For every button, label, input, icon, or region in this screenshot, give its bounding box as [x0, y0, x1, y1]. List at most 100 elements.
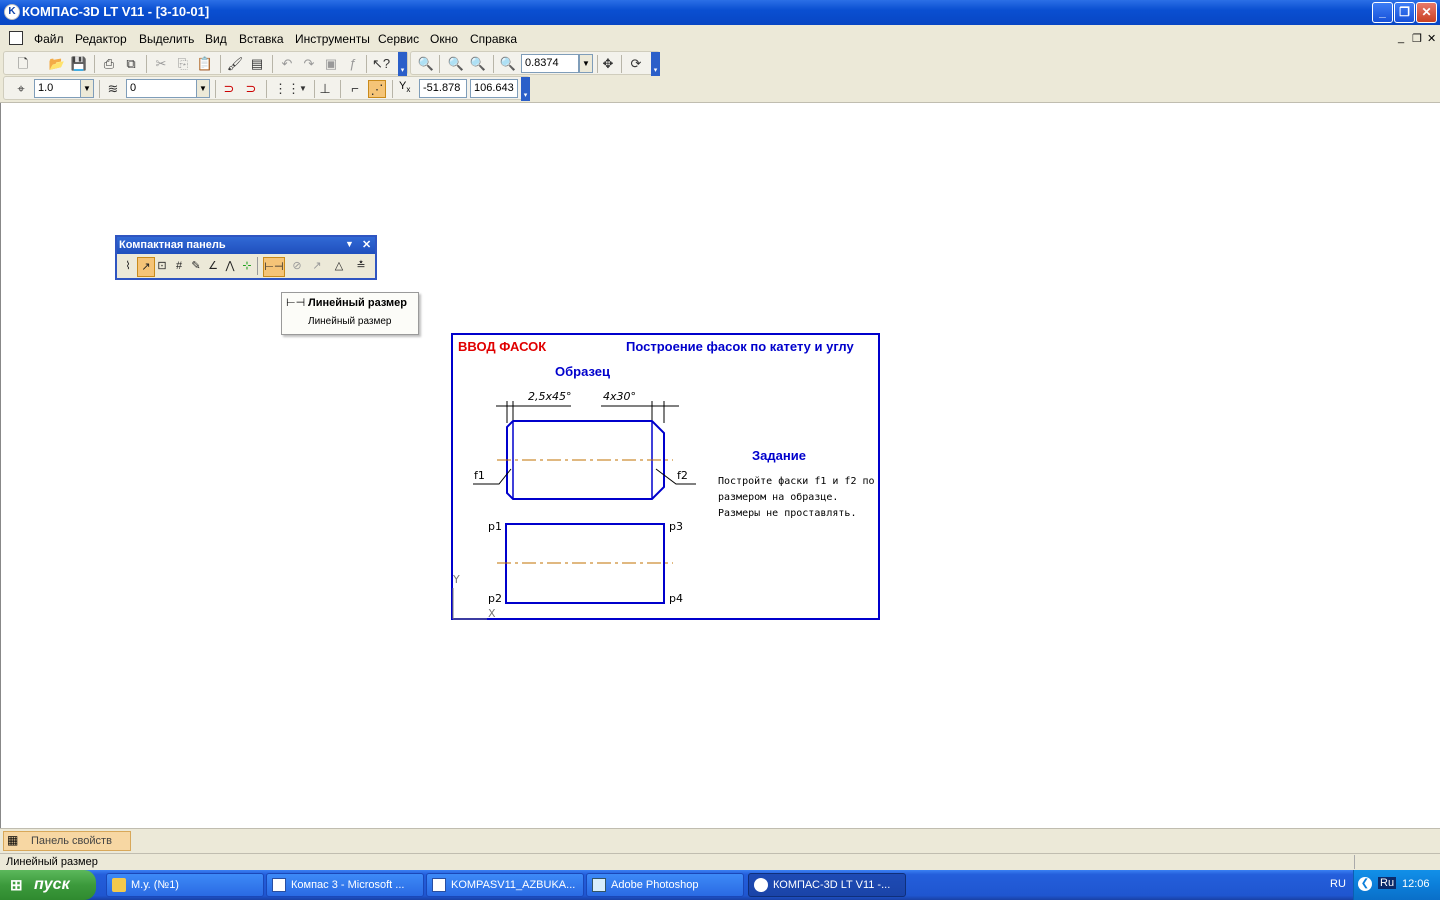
menu-help[interactable]: Справка	[470, 32, 517, 46]
zoom-scale-dropdown[interactable]: ▼	[579, 54, 593, 73]
maximize-button[interactable]: ❐	[1394, 2, 1415, 23]
measure-icon[interactable]: ∠	[205, 257, 221, 275]
grid-dropdown-icon[interactable]: ▼	[294, 80, 312, 98]
manager-icon[interactable]: ⧉	[122, 55, 140, 73]
task-label: KOMPASV11_AZBUKA...	[451, 879, 576, 891]
snap-local-icon[interactable]: ⊃	[220, 80, 238, 98]
drawing-sheet[interactable]: ВВОД ФАСОК Построение фасок по катету и …	[451, 333, 880, 620]
new-file-icon[interactable]: 🗋	[14, 55, 32, 73]
layer-dropdown[interactable]: ▼	[196, 79, 210, 98]
help-pointer-icon[interactable]: ↖?	[372, 55, 390, 73]
tray-expand-icon[interactable]: ❮	[1358, 877, 1372, 891]
drawing-title-right: Построение фасок по катету и углу	[626, 339, 855, 354]
function-icon[interactable]: ƒ	[344, 55, 362, 73]
axis-x-label: X	[488, 607, 496, 620]
radial-dimension-icon[interactable]: ↗	[309, 257, 325, 275]
task-photoshop[interactable]: Adobe Photoshop	[586, 873, 744, 897]
close-button[interactable]: ✕	[1416, 2, 1437, 23]
minimize-button[interactable]: _	[1372, 2, 1393, 23]
linear-dimension-flyout[interactable]: ⊢⊣ Линейный размер Линейный размер	[281, 292, 419, 335]
task-folder[interactable]: М.у. (№1)	[106, 873, 264, 897]
angular-dimension-icon[interactable]: △	[331, 257, 347, 275]
flyout-title[interactable]: Линейный размер	[308, 297, 407, 309]
layer-icon[interactable]: ≋	[104, 80, 122, 98]
mdi-minimize-button[interactable]: _	[1398, 32, 1404, 44]
mdi-restore-button[interactable]: ❐	[1412, 32, 1422, 45]
zoom-scale-icon[interactable]: 🔍	[499, 55, 517, 73]
geometry-icon[interactable]: ⌇	[120, 257, 136, 275]
toolbar-options-icon[interactable]: ▾	[521, 77, 530, 101]
ortho-mode-icon[interactable]: ⌐	[346, 80, 364, 98]
properties-panel-label: Панель свойств	[31, 835, 112, 847]
task-label: КОМПАС-3D LT V11 -...	[773, 879, 891, 891]
snap-global-icon[interactable]: ⊃	[242, 80, 260, 98]
refresh-view-icon[interactable]: ⟳	[627, 55, 645, 73]
properties-panel-tab[interactable]: ▦ Панель свойств	[3, 831, 131, 851]
variables-icon[interactable]: ▤	[248, 55, 266, 73]
y-coordinate-input[interactable]: 106.643	[470, 79, 518, 98]
task-word-1[interactable]: Компас 3 - Microsoft ...	[266, 873, 424, 897]
flyout-item[interactable]: Линейный размер	[308, 316, 392, 327]
symbols-icon[interactable]: ⋀	[222, 257, 238, 275]
hatch-icon[interactable]: #	[171, 257, 187, 275]
x-coordinate-input[interactable]: -51.878	[419, 79, 467, 98]
dimension-sizes-icon[interactable]: ⊡	[154, 257, 170, 275]
menu-view[interactable]: Вид	[205, 32, 227, 46]
clock[interactable]: 12:06	[1402, 878, 1430, 890]
undo-icon[interactable]: ↶	[278, 55, 296, 73]
document-icon[interactable]	[9, 31, 23, 45]
zoom-window-icon[interactable]: 🔍	[417, 55, 435, 73]
cursor-step-icon[interactable]: ⌖	[12, 80, 30, 98]
linear-dimension-icon[interactable]: ⊢⊣	[263, 257, 285, 277]
menu-editor[interactable]: Редактор	[75, 32, 127, 46]
fragment-icon[interactable]: ✎	[188, 257, 204, 275]
toolbar-options-icon[interactable]: ▾	[398, 52, 407, 76]
open-file-icon[interactable]: 📂	[48, 55, 66, 73]
zoom-in-icon[interactable]: 🔍	[447, 55, 465, 73]
task-line-2: размером на образце.	[718, 491, 838, 503]
layer-input[interactable]: 0	[126, 79, 198, 98]
task-word-2[interactable]: KOMPASV11_AZBUKA...	[426, 873, 584, 897]
copy-icon[interactable]: ⎘	[174, 55, 192, 73]
menu-select[interactable]: Выделить	[139, 32, 194, 46]
input-language-indicator[interactable]: Ru	[1378, 877, 1397, 889]
menu-service[interactable]: Сервис	[378, 32, 419, 46]
kompas-icon	[754, 878, 768, 892]
compact-panel-header[interactable]: Компактная панель ▼ ✕	[117, 237, 375, 254]
menu-window[interactable]: Окно	[430, 32, 458, 46]
redo-icon[interactable]: ↷	[300, 55, 318, 73]
start-button[interactable]: ⊞ пуск	[0, 870, 96, 900]
mdi-close-button[interactable]: ✕	[1427, 32, 1436, 45]
parametrization-icon[interactable]: ⊹	[239, 257, 255, 275]
menu-insert[interactable]: Вставка	[239, 32, 284, 46]
language-indicator[interactable]: RU	[1330, 878, 1346, 890]
diameter-dimension-icon[interactable]: ⊘	[289, 257, 305, 275]
step-input[interactable]: 1.0	[34, 79, 82, 98]
local-cs-icon[interactable]: ⊥	[316, 80, 334, 98]
title-bar[interactable]: K КОМПАС-3D LT V11 - [3-10-01] _ ❐ ✕	[0, 0, 1440, 25]
round-off-icon[interactable]: ⋰	[368, 80, 386, 98]
panel-menu-icon[interactable]: ▼	[345, 239, 354, 249]
menu-tools[interactable]: Инструменты	[295, 32, 370, 46]
menu-file[interactable]: Файл	[34, 32, 64, 46]
cut-icon[interactable]: ✂	[152, 55, 170, 73]
paste-icon[interactable]: 📋	[196, 55, 214, 73]
zoom-scale-input[interactable]: 0.8374	[521, 54, 579, 73]
task-kompas[interactable]: КОМПАС-3D LT V11 -...	[748, 873, 906, 897]
grid-icon[interactable]: ⋮⋮	[274, 80, 300, 98]
print-preview-icon[interactable]: ⎙	[100, 55, 118, 73]
pan-icon[interactable]: ✥	[599, 55, 617, 73]
edit-icon[interactable]: ↗	[137, 257, 155, 277]
library-icon[interactable]: ▣	[322, 55, 340, 73]
zoom-out-icon[interactable]: 🔍	[469, 55, 487, 73]
separator	[220, 55, 221, 73]
toolbar-options-icon[interactable]: ▾	[651, 52, 660, 76]
kompas-logo-icon[interactable]: K	[4, 4, 20, 20]
windows-logo-icon: ⊞	[10, 877, 23, 894]
step-dropdown[interactable]: ▼	[80, 79, 94, 98]
auto-line-icon[interactable]: ≛	[353, 257, 369, 275]
panel-close-icon[interactable]: ✕	[362, 238, 371, 251]
save-icon[interactable]: 💾	[70, 55, 88, 73]
compact-panel[interactable]: Компактная панель ▼ ✕ ⌇ ↗ ⊡ # ✎ ∠ ⋀ ⊹ ⊢⊣…	[115, 235, 377, 280]
properties-icon[interactable]: 🖌	[226, 55, 244, 73]
